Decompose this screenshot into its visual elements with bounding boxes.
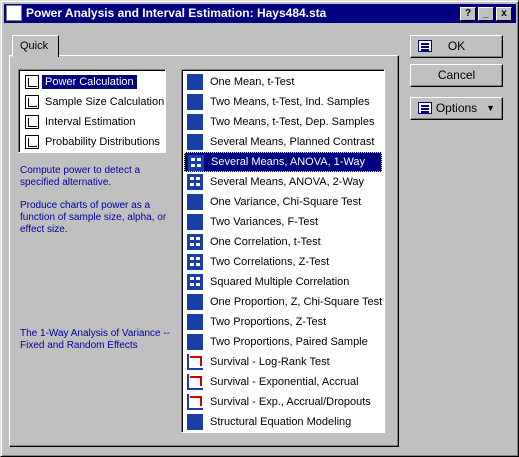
analysis-item[interactable]: Two Proportions, Z-Test bbox=[184, 312, 382, 332]
mode-item-sample-size-calculation[interactable]: Sample Size Calculation bbox=[21, 92, 165, 112]
analysis-label: One Mean, t-Test bbox=[210, 76, 295, 88]
analysis-item[interactable]: Two Correlations, Z-Test bbox=[184, 252, 382, 272]
description-analysis-type: The 1-Way Analysis of Variance -- Fixed … bbox=[20, 328, 171, 351]
mode-list[interactable]: Power Calculation Sample Size Calculatio… bbox=[18, 69, 166, 153]
probability-distributions-icon bbox=[25, 135, 39, 149]
mode-item-label: Probability Distributions bbox=[45, 136, 160, 148]
analysis-label: Two Proportions, Z-Test bbox=[210, 316, 327, 328]
mode-item-label: Sample Size Calculation bbox=[45, 96, 165, 108]
help-button[interactable]: ? bbox=[460, 7, 476, 21]
analysis-label: Several Means, ANOVA, 2-Way bbox=[210, 176, 365, 188]
mode-item-label: Power Calculation bbox=[42, 75, 137, 89]
mode-item-probability-distributions[interactable]: Probability Distributions bbox=[21, 132, 163, 152]
analysis-label: One Proportion, Z, Chi-Square Test bbox=[210, 296, 383, 308]
dropdown-arrow-icon: ▼ bbox=[486, 103, 495, 113]
analysis-label: Several Means, Planned Contrast bbox=[210, 136, 375, 148]
interval-estimation-icon bbox=[25, 115, 39, 129]
sample-size-icon bbox=[25, 95, 39, 109]
survival-icon bbox=[187, 394, 203, 410]
mode-item-label: Interval Estimation bbox=[45, 116, 136, 128]
grid-icon bbox=[187, 254, 203, 270]
analysis-label: Survival - Exponential, Accrual bbox=[210, 376, 359, 388]
bar-icon bbox=[187, 314, 203, 330]
analysis-item[interactable]: Several Means, ANOVA, 2-Way bbox=[184, 172, 382, 192]
options-button-label: Options bbox=[435, 101, 478, 115]
grid-icon bbox=[187, 234, 203, 250]
bar-icon bbox=[187, 74, 203, 90]
grid-icon bbox=[187, 274, 203, 290]
analysis-item[interactable]: One Mean, t-Test bbox=[184, 72, 382, 92]
network-icon bbox=[187, 414, 203, 430]
analysis-item[interactable]: Survival - Exponential, Accrual bbox=[184, 372, 382, 392]
analysis-label: One Correlation, t-Test bbox=[210, 236, 321, 248]
analysis-item[interactable]: Structural Equation Modeling bbox=[184, 412, 382, 432]
dialog-window: Power Analysis and Interval Estimation: … bbox=[0, 0, 519, 457]
analysis-item[interactable]: Two Means, t-Test, Dep. Samples bbox=[184, 112, 382, 132]
analysis-label: Two Correlations, Z-Test bbox=[210, 256, 330, 268]
analysis-item[interactable]: One Correlation, t-Test bbox=[184, 232, 382, 252]
analysis-label: Several Means, ANOVA, 1-Way bbox=[211, 156, 366, 168]
bar-icon bbox=[187, 194, 203, 210]
options-button[interactable]: Options ▼ bbox=[410, 97, 503, 120]
analysis-label: Survival - Log-Rank Test bbox=[210, 356, 330, 368]
grid-icon bbox=[188, 155, 204, 171]
analysis-item[interactable]: Squared Multiple Correlation bbox=[184, 272, 382, 292]
mode-item-power-calculation[interactable]: Power Calculation bbox=[21, 72, 163, 92]
power-calculation-icon bbox=[25, 75, 39, 89]
ok-button-label: OK bbox=[447, 39, 466, 53]
analysis-item[interactable]: One Variance, Chi-Square Test bbox=[184, 192, 382, 212]
ok-button[interactable]: OK bbox=[410, 35, 503, 58]
analysis-item[interactable]: One Proportion, Z, Chi-Square Test bbox=[184, 292, 382, 312]
analysis-label: Two Proportions, Paired Sample bbox=[210, 336, 368, 348]
description-produce-charts: Produce charts of power as a function of… bbox=[20, 200, 167, 235]
analysis-item[interactable]: Two Means, t-Test, Ind. Samples bbox=[184, 92, 382, 112]
analysis-item[interactable]: Two Variances, F-Test bbox=[184, 212, 382, 232]
analysis-item[interactable]: Several Means, Planned Contrast bbox=[184, 132, 382, 152]
analysis-label: Two Means, t-Test, Dep. Samples bbox=[210, 116, 375, 128]
analysis-label: Structural Equation Modeling bbox=[210, 416, 352, 428]
cancel-button[interactable]: Cancel bbox=[410, 64, 503, 87]
analysis-list[interactable]: One Mean, t-Test Two Means, t-Test, Ind.… bbox=[181, 69, 385, 433]
spreadsheet-icon bbox=[418, 40, 432, 52]
window-title: Power Analysis and Interval Estimation: … bbox=[26, 6, 327, 20]
analysis-item[interactable]: Survival - Log-Rank Test bbox=[184, 352, 382, 372]
bar-icon bbox=[187, 214, 203, 230]
analysis-item-selected[interactable]: Several Means, ANOVA, 1-Way bbox=[184, 152, 382, 172]
analysis-label: Two Variances, F-Test bbox=[210, 216, 318, 228]
tab-quick[interactable]: Quick bbox=[12, 35, 59, 57]
bar-icon bbox=[187, 134, 203, 150]
bar-icon bbox=[187, 94, 203, 110]
analysis-label: Two Means, t-Test, Ind. Samples bbox=[210, 96, 370, 108]
analysis-item[interactable]: Survival - Exp., Accrual/Dropouts bbox=[184, 392, 382, 412]
options-icon bbox=[418, 102, 432, 114]
bar-icon bbox=[187, 334, 203, 350]
mode-item-interval-estimation[interactable]: Interval Estimation bbox=[21, 112, 163, 132]
analysis-item[interactable]: Two Proportions, Paired Sample bbox=[184, 332, 382, 352]
analysis-label: Survival - Exp., Accrual/Dropouts bbox=[210, 396, 371, 408]
close-button[interactable]: x bbox=[496, 7, 512, 21]
analysis-label: One Variance, Chi-Square Test bbox=[210, 196, 362, 208]
grid-icon bbox=[187, 174, 203, 190]
bar-icon bbox=[187, 294, 203, 310]
cancel-button-label: Cancel bbox=[437, 68, 476, 82]
minimize-button[interactable]: _ bbox=[478, 7, 494, 21]
description-compute-power: Compute power to detect a specified alte… bbox=[20, 165, 141, 188]
survival-icon bbox=[187, 374, 203, 390]
app-icon bbox=[6, 5, 22, 21]
analysis-label: Squared Multiple Correlation bbox=[210, 276, 350, 288]
survival-icon bbox=[187, 354, 203, 370]
title-bar[interactable]: Power Analysis and Interval Estimation: … bbox=[4, 4, 516, 23]
bar-icon bbox=[187, 114, 203, 130]
